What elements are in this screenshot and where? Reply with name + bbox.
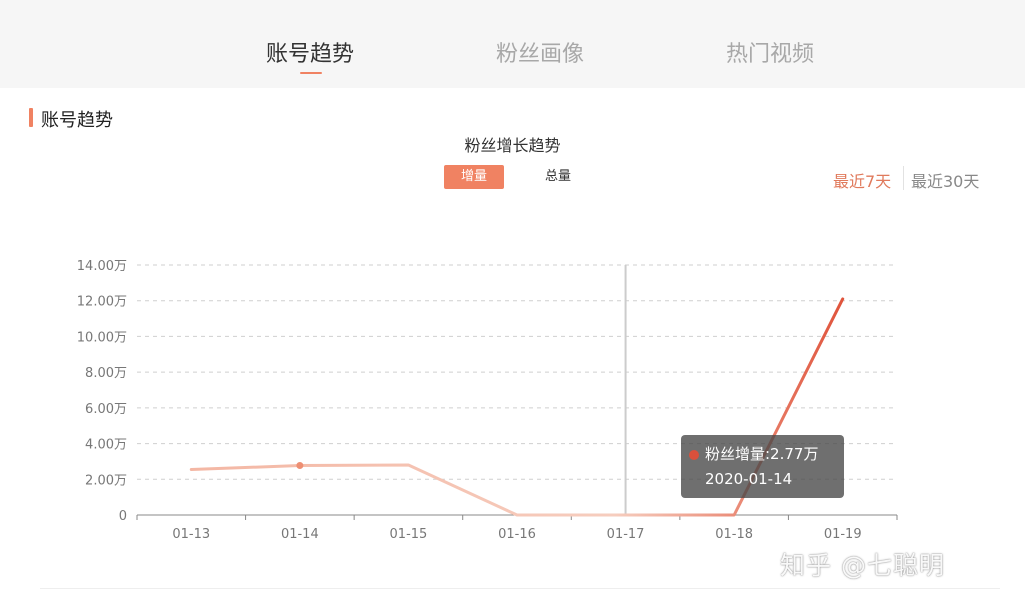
bottom-divider (40, 588, 1000, 589)
x-tick-label: 01-17 (607, 527, 645, 542)
y-tick-label: 8.00万 (85, 366, 127, 381)
x-tick-label: 01-18 (715, 527, 753, 542)
fan-growth-chart[interactable]: 0 2.00万 4.00万 6.00万 8.00万 10.00万 12.00万 14.00万 0… (0, 0, 1025, 606)
x-tick-label: 01-13 (172, 527, 210, 542)
x-tick-label: 01-16 (498, 527, 536, 542)
y-tick-label: 2.00万 (85, 473, 127, 488)
y-tick-label: 4.00万 (85, 438, 127, 453)
y-tick-label: 10.00万 (77, 330, 127, 345)
y-tick-label: 6.00万 (85, 402, 127, 417)
y-tick-label: 12.00万 (77, 295, 127, 310)
tooltip-value: 粉丝增量:2.77万 (705, 445, 819, 463)
x-tick-label: 01-14 (281, 527, 319, 542)
watermark: 知乎 @七聪明 (780, 551, 945, 580)
data-tooltip: 粉丝增量:2.77万 2020-01-14 (681, 435, 844, 498)
y-tick-label: 14.00万 (77, 259, 127, 274)
series-dot-icon (689, 450, 699, 460)
highlight-point (296, 462, 304, 470)
y-tick-label: 0 (119, 509, 127, 524)
tooltip-date: 2020-01-14 (705, 470, 793, 488)
x-tick-label: 01-15 (390, 527, 428, 542)
x-tick-label: 01-19 (824, 527, 862, 542)
